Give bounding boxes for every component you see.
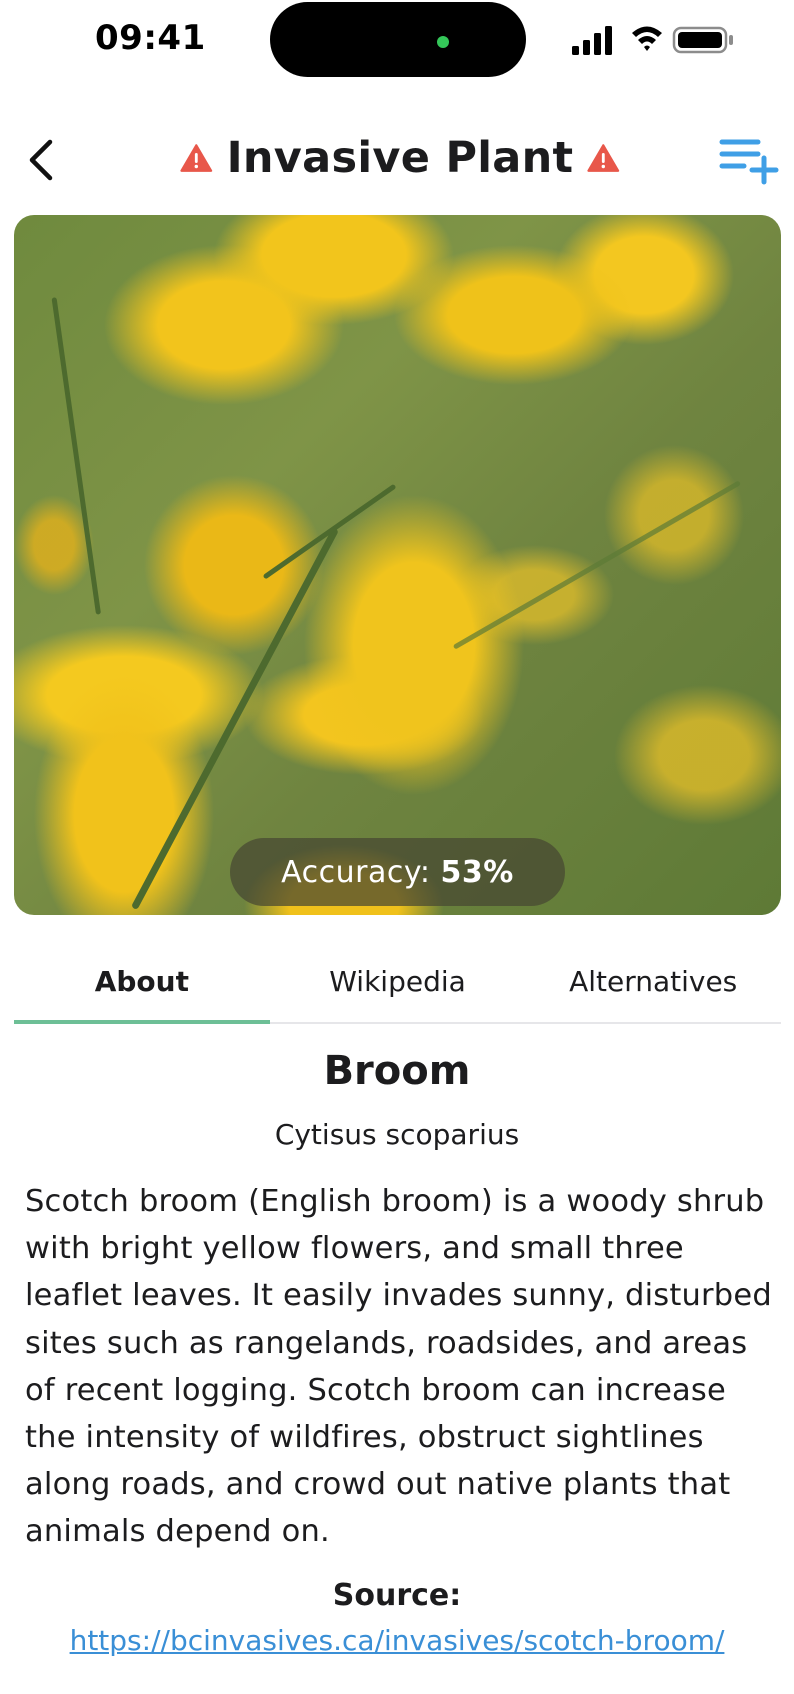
tab-alternatives[interactable]: Alternatives xyxy=(525,940,781,1022)
nav-bar: Invasive Plant xyxy=(0,120,794,200)
accuracy-value: 53% xyxy=(440,854,514,890)
plant-common-name: Broom xyxy=(323,1048,471,1094)
camera-indicator-dot xyxy=(437,36,449,48)
warning-triangle-icon xyxy=(587,144,620,172)
battery-icon xyxy=(672,26,733,54)
plant-description: Scotch broom (English broom) is a woody … xyxy=(25,1184,772,1550)
wifi-icon xyxy=(632,26,662,51)
plant-photo xyxy=(14,215,781,915)
accuracy-badge: Accuracy: 53% xyxy=(230,838,565,906)
tab-about[interactable]: About xyxy=(14,940,270,1024)
photo-stem xyxy=(452,480,742,650)
accuracy-label: Accuracy: xyxy=(281,854,431,890)
page-title: Invasive Plant xyxy=(226,133,574,183)
tab-wikipedia[interactable]: Wikipedia xyxy=(270,940,526,1022)
status-time: 09:41 xyxy=(95,18,206,58)
add-to-list-button[interactable] xyxy=(718,132,784,188)
source-link[interactable]: https://bcinvasives.ca/invasives/scotch-… xyxy=(0,1624,794,1657)
status-bar: 09:41 xyxy=(0,0,794,80)
chevron-left-icon xyxy=(29,139,53,181)
cellular-signal-icon xyxy=(572,26,612,55)
source-label: Source: xyxy=(332,1578,462,1613)
status-icons xyxy=(572,26,733,55)
dynamic-island xyxy=(270,2,526,77)
playlist-add-icon xyxy=(719,139,779,185)
warning-triangle-icon xyxy=(180,144,213,172)
photo-stem xyxy=(262,483,397,580)
back-button[interactable] xyxy=(20,130,76,190)
title-group: Invasive Plant xyxy=(180,128,620,188)
photo-stem xyxy=(51,297,102,615)
tab-bar: About Wikipedia Alternatives xyxy=(14,940,781,1024)
plant-scientific-name: Cytisus scoparius xyxy=(274,1118,520,1151)
